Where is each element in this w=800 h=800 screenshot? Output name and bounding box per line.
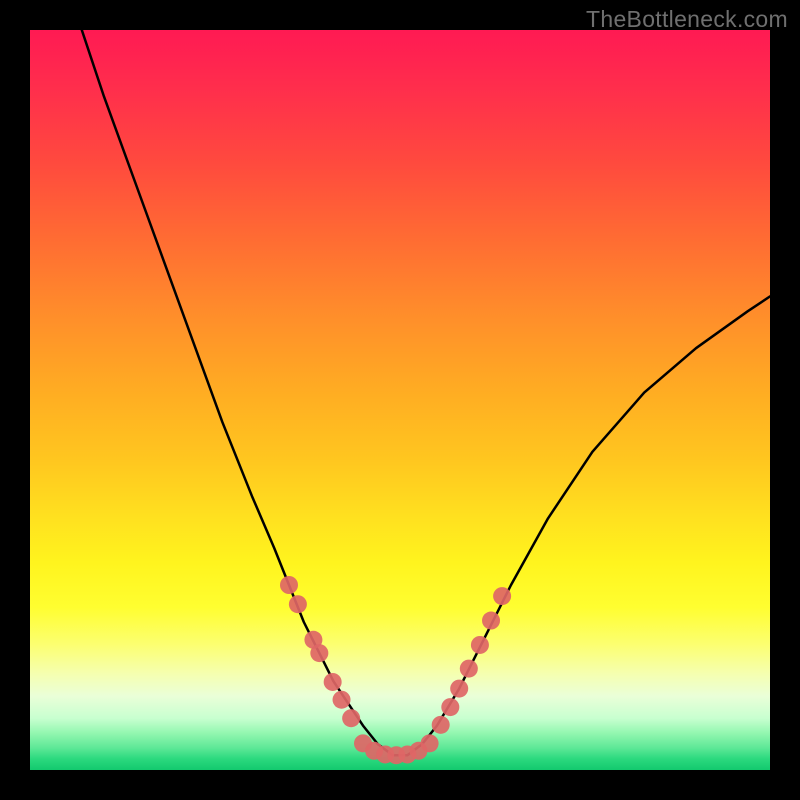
curve-markers	[280, 576, 511, 764]
curve-layer	[30, 30, 770, 770]
watermark-text: TheBottleneck.com	[586, 6, 788, 33]
marker-dot	[493, 587, 511, 605]
marker-dot	[460, 660, 478, 678]
marker-dot	[342, 709, 360, 727]
marker-dot	[333, 691, 351, 709]
marker-dot	[324, 673, 342, 691]
chart-frame: TheBottleneck.com	[0, 0, 800, 800]
bottleneck-curve-path	[82, 30, 770, 755]
marker-dot	[280, 576, 298, 594]
marker-dot	[432, 716, 450, 734]
plot-area	[30, 30, 770, 770]
marker-dot	[482, 612, 500, 630]
marker-dot	[310, 644, 328, 662]
marker-dot	[450, 680, 468, 698]
marker-dot	[289, 595, 307, 613]
marker-dot	[441, 698, 459, 716]
marker-dot	[421, 734, 439, 752]
bottleneck-curve	[82, 30, 770, 755]
marker-dot	[471, 636, 489, 654]
